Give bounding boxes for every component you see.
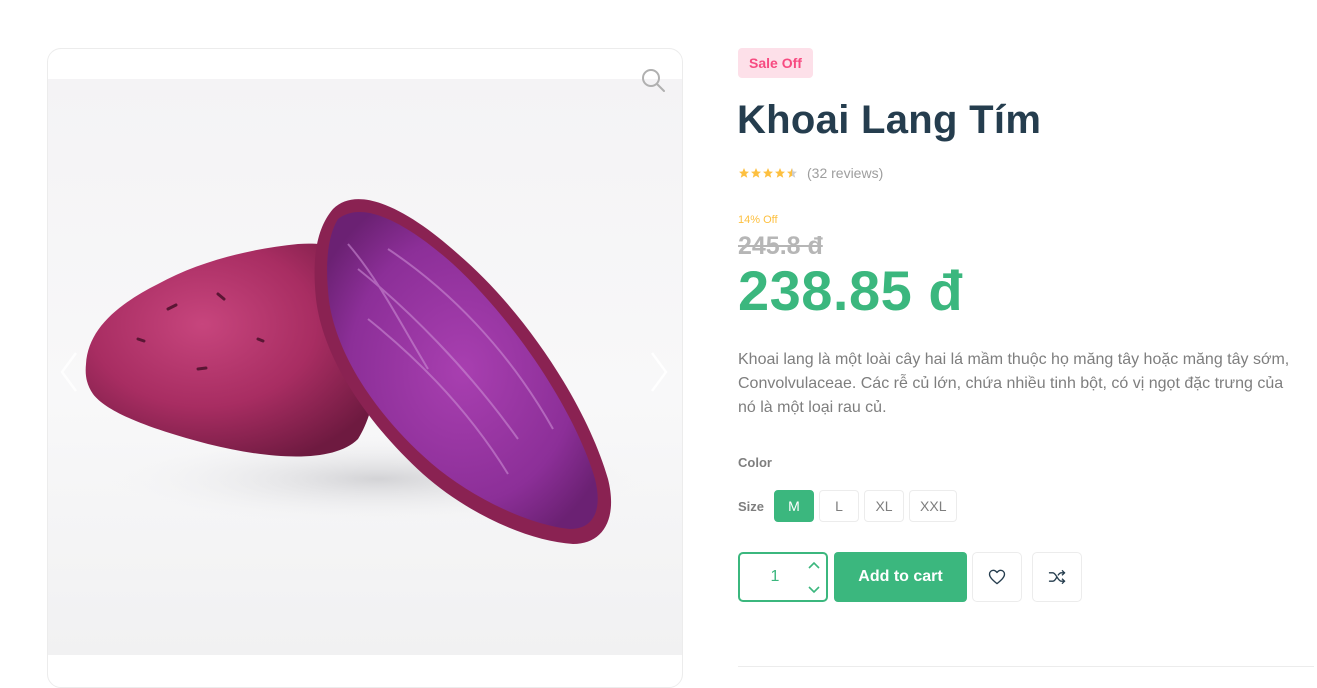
chevron-up-icon[interactable] bbox=[806, 558, 822, 574]
zoom-icon[interactable] bbox=[640, 67, 666, 93]
shuffle-icon bbox=[1048, 569, 1066, 585]
chevron-right-icon[interactable] bbox=[646, 349, 672, 395]
star-icon bbox=[787, 168, 797, 178]
product-title: Khoai Lang Tím bbox=[737, 98, 1042, 142]
star-icon bbox=[739, 168, 749, 178]
size-option-m[interactable]: M bbox=[774, 490, 815, 522]
wishlist-button[interactable] bbox=[972, 552, 1022, 602]
product-gallery bbox=[47, 48, 683, 688]
chevron-down-icon[interactable] bbox=[806, 581, 822, 597]
reviews-count[interactable]: (32 reviews) bbox=[807, 165, 883, 181]
quantity-value[interactable]: 1 bbox=[740, 554, 810, 600]
star-icon bbox=[763, 168, 773, 178]
chevron-left-icon[interactable] bbox=[56, 349, 82, 395]
old-price: 245.8 đ bbox=[738, 232, 823, 260]
compare-button[interactable] bbox=[1032, 552, 1082, 602]
discount-label: 14% Off bbox=[738, 214, 778, 226]
size-selector: Size M L XL XXL bbox=[738, 490, 962, 522]
current-price: 238.85 đ bbox=[738, 259, 964, 322]
quantity-stepper[interactable]: 1 bbox=[738, 552, 828, 602]
size-option-xl[interactable]: XL bbox=[864, 490, 905, 522]
size-label: Size bbox=[738, 498, 765, 514]
heart-icon bbox=[988, 569, 1006, 585]
star-icon bbox=[751, 168, 761, 178]
sweet-potato-illustration bbox=[85, 199, 648, 545]
product-image[interactable] bbox=[48, 79, 682, 655]
product-rating[interactable]: (32 reviews) bbox=[738, 165, 883, 181]
star-icon bbox=[775, 168, 785, 178]
divider bbox=[738, 666, 1314, 667]
color-label: Color bbox=[738, 455, 772, 470]
add-to-cart-button[interactable]: Add to cart bbox=[834, 552, 967, 602]
size-option-l[interactable]: L bbox=[819, 490, 860, 522]
size-option-xxl[interactable]: XXL bbox=[909, 490, 958, 522]
rating-stars bbox=[738, 167, 798, 179]
product-description: Khoai lang là một loài cây hai lá mầm th… bbox=[738, 351, 1290, 416]
sale-badge: Sale Off bbox=[738, 48, 813, 78]
